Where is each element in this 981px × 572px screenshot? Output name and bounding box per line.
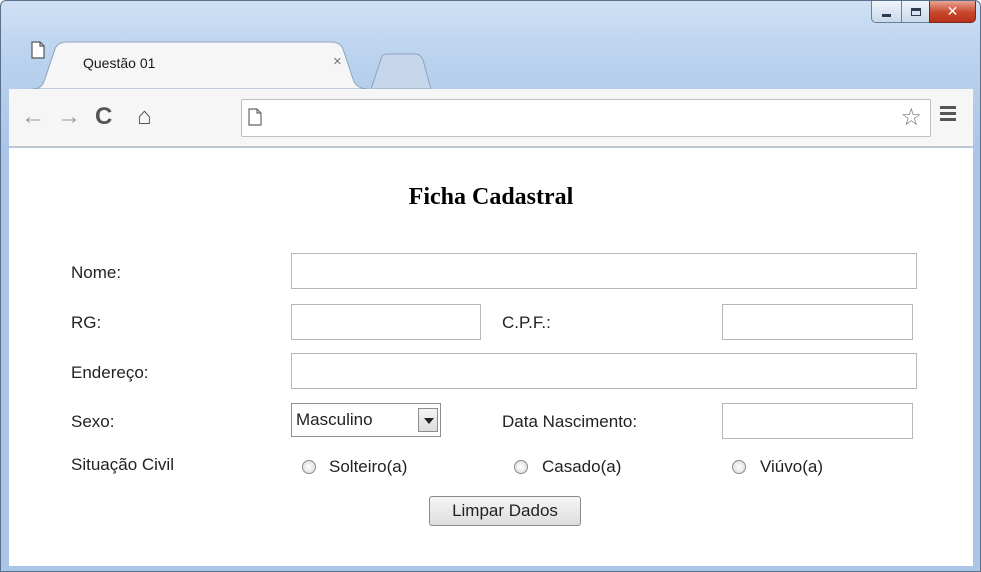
chevron-down-icon[interactable] — [418, 408, 438, 432]
label-cpf: C.P.F.: — [502, 313, 551, 332]
rg-field[interactable] — [291, 304, 481, 340]
label-endereco: Endereço: — [71, 363, 149, 382]
browser-toolbar: ← → C ⌂ ☆ — [9, 89, 973, 147]
minimize-icon — [882, 13, 891, 17]
tab-close-icon[interactable]: × — [333, 53, 342, 70]
forward-icon[interactable]: → — [57, 103, 81, 131]
window-controls: ✕ — [871, 1, 976, 23]
radio-solteiro[interactable] — [302, 460, 316, 474]
label-data-nascimento: Data Nascimento: — [502, 412, 638, 431]
label-rg: RG: — [71, 313, 102, 332]
endereco-field[interactable] — [291, 353, 917, 389]
home-icon[interactable]: ⌂ — [137, 103, 152, 131]
maximize-button[interactable] — [901, 1, 929, 23]
nome-field[interactable] — [291, 253, 917, 289]
address-bar[interactable]: ☆ — [241, 99, 931, 137]
label-situacao-civil: Situação Civil — [71, 455, 174, 474]
close-icon: ✕ — [946, 3, 959, 19]
page-icon — [31, 41, 45, 59]
page-title: Ficha Cadastral — [408, 184, 574, 210]
clear-data-button[interactable]: Limpar Dados — [429, 496, 581, 526]
browser-window: ✕ Questão 01 × ← → C ⌂ ☆ Ficha Cadastral… — [0, 0, 981, 572]
back-icon[interactable]: ← — [21, 103, 45, 131]
radio-label-viuvo: Viúvo(a) — [760, 457, 823, 476]
menu-icon[interactable] — [940, 106, 956, 124]
sexo-selected-value: Masculino — [296, 410, 373, 429]
maximize-icon — [910, 7, 921, 16]
radio-label-casado: Casado(a) — [542, 457, 622, 476]
star-icon[interactable]: ☆ — [900, 105, 922, 131]
cpf-field[interactable] — [722, 304, 913, 340]
tab-shape — [31, 41, 369, 89]
sexo-select[interactable]: Masculino — [291, 403, 441, 437]
close-window-button[interactable]: ✕ — [929, 1, 976, 23]
radio-label-solteiro: Solteiro(a) — [329, 457, 408, 476]
minimize-button[interactable] — [871, 1, 901, 23]
page-icon — [248, 108, 262, 126]
page-content: Ficha Cadastral Nome: RG: C.P.F.: Endere… — [9, 148, 973, 566]
tab-title: Questão 01 — [83, 55, 156, 71]
label-sexo: Sexo: — [71, 412, 115, 431]
reload-icon[interactable]: C — [95, 103, 112, 131]
label-nome: Nome: — [71, 263, 122, 282]
data-nascimento-field[interactable] — [722, 403, 913, 439]
address-input[interactable] — [274, 106, 874, 130]
radio-casado[interactable] — [514, 460, 528, 474]
tab-active[interactable]: Questão 01 × — [31, 41, 369, 89]
new-tab-button[interactable] — [371, 53, 431, 89]
radio-viuvo[interactable] — [732, 460, 746, 474]
